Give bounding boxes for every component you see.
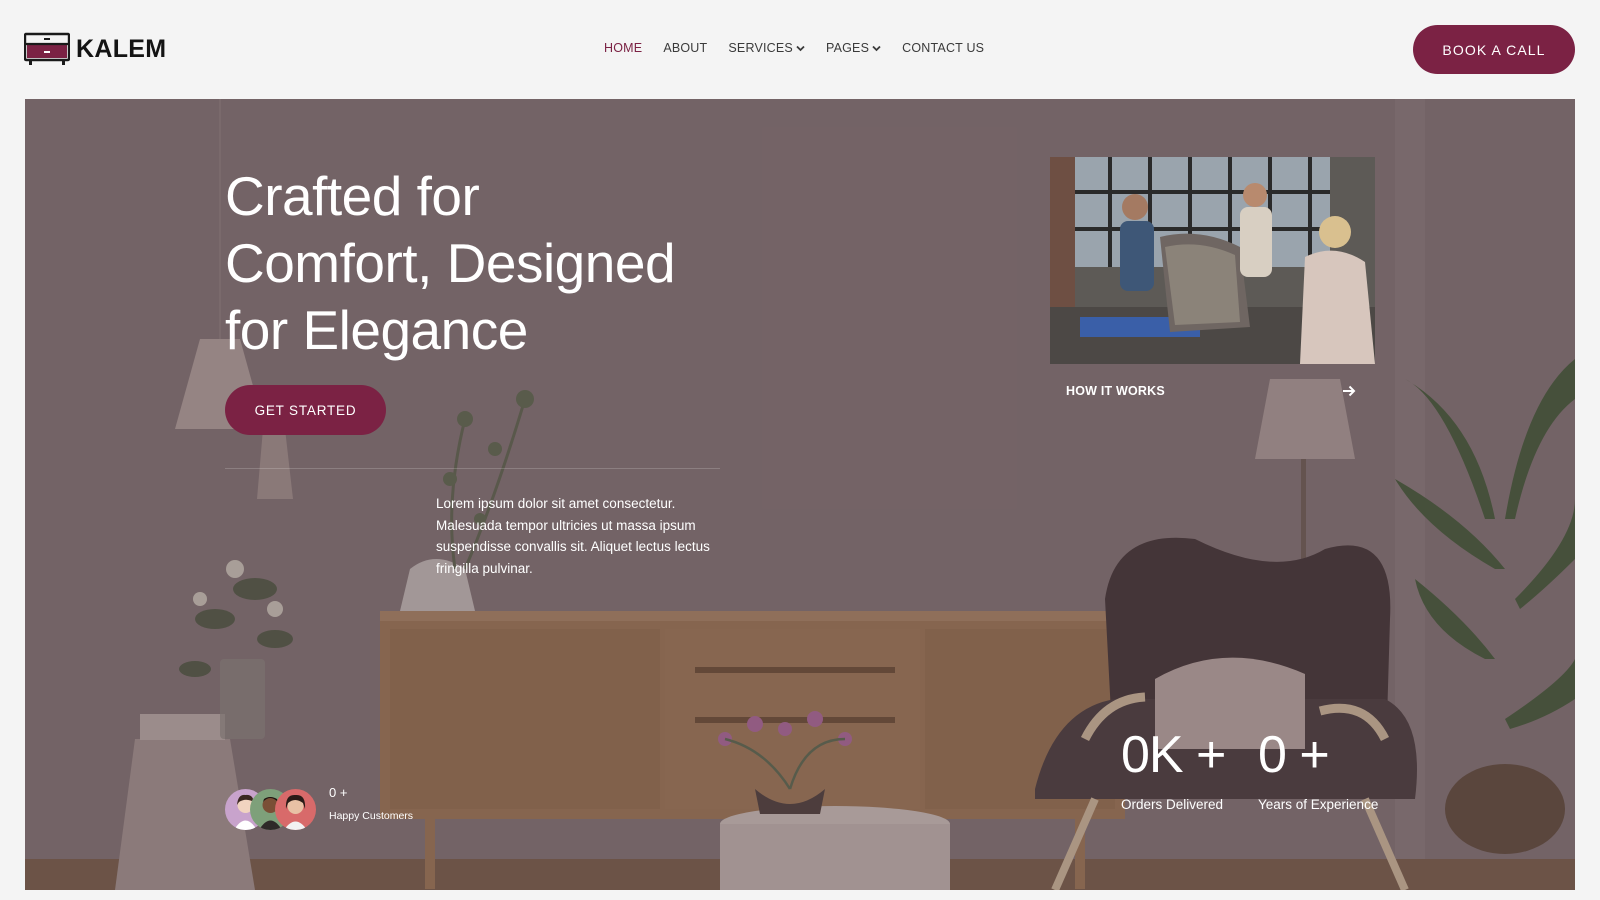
hero-description: Lorem ipsum dolor sit amet consectetur. … xyxy=(436,496,710,576)
nav-item-label: CONTACT US xyxy=(902,41,985,55)
cabinet-logo-icon xyxy=(24,32,70,65)
nav-item-label: PAGES xyxy=(825,41,870,55)
book-a-call-button[interactable]: BOOK A CALL xyxy=(1413,25,1575,74)
stat-years-experience: 0 + Years of Experience xyxy=(1258,725,1378,812)
nav-item-label: ABOUT xyxy=(663,41,708,55)
hero-title-line: for Elegance xyxy=(225,299,528,361)
customer-avatars xyxy=(225,789,320,831)
how-it-works-label: HOW IT WORKS xyxy=(1066,384,1165,398)
workshop-video-thumbnail[interactable] xyxy=(1050,157,1375,364)
workshop-photo xyxy=(1050,157,1375,364)
brand-name: KALEM xyxy=(76,34,167,63)
happy-customers-label: Happy Customers xyxy=(329,810,414,822)
stat-label: Orders Delivered xyxy=(1121,797,1224,812)
stat-value: 0K + xyxy=(1121,726,1226,784)
arrow-right-icon xyxy=(1343,385,1356,397)
main-nav: HOME ABOUT SERVICES PAGES CONTACT US xyxy=(604,41,1005,55)
stat-value: 0 + xyxy=(1258,726,1330,784)
hero-section: Crafted for Comfort, Designed for Elegan… xyxy=(25,99,1575,890)
nav-item-home[interactable]: HOME xyxy=(604,41,642,55)
avatar xyxy=(275,789,316,830)
how-it-works-link[interactable]: HOW IT WORKS xyxy=(1066,380,1356,402)
chevron-down-icon xyxy=(872,45,881,51)
hero-title: Crafted for Comfort, Designed for Elegan… xyxy=(225,163,745,364)
stat-label: Years of Experience xyxy=(1258,797,1379,812)
chevron-down-icon xyxy=(796,45,805,51)
nav-item-pages[interactable]: PAGES xyxy=(826,41,881,55)
nav-item-about[interactable]: ABOUT xyxy=(663,41,707,55)
hero-title-line: Comfort, Designed xyxy=(225,232,676,294)
hero-title-line: Crafted for xyxy=(225,165,480,227)
get-started-button[interactable]: GET STARTED xyxy=(225,385,386,435)
nav-item-contact[interactable]: CONTACT US xyxy=(902,41,984,55)
happy-customers-count: 0 + xyxy=(329,785,348,800)
site-header: KALEM HOME ABOUT SERVICES PAGES CONTACT … xyxy=(0,0,1600,99)
stat-orders-delivered: 0K + Orders Delivered xyxy=(1121,725,1226,812)
nav-item-label: HOME xyxy=(604,41,643,55)
nav-item-services[interactable]: SERVICES xyxy=(728,41,805,55)
brand-logo[interactable]: KALEM xyxy=(24,32,166,66)
nav-item-label: SERVICES xyxy=(728,41,793,55)
hero-divider xyxy=(225,468,720,469)
